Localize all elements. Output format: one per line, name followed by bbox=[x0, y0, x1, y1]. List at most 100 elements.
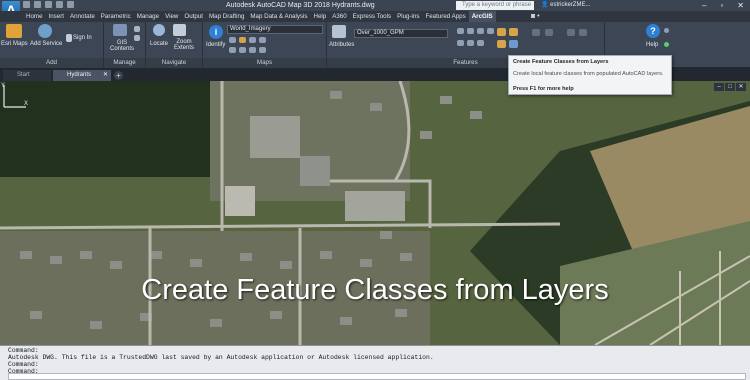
add-service-button[interactable]: Add Service bbox=[30, 41, 62, 48]
command-line: Command: Autodesk DWG. This file is a Tr… bbox=[0, 345, 750, 380]
feature-tool-icon[interactable] bbox=[477, 40, 484, 46]
tab-hydrants[interactable]: Hydrants ✕ bbox=[53, 70, 111, 81]
user-name: estrickerZME... bbox=[550, 2, 591, 8]
feature-tool-icon[interactable] bbox=[487, 28, 494, 34]
attributes-icon[interactable] bbox=[332, 25, 346, 38]
tooltip-help: Press F1 for more help bbox=[513, 86, 574, 92]
identify-icon[interactable]: i bbox=[209, 25, 223, 39]
layer-icon[interactable] bbox=[259, 37, 266, 43]
disabled-tool-icon bbox=[567, 29, 575, 36]
create-feature-classes-from-layers-icon[interactable] bbox=[509, 28, 518, 36]
user-account[interactable]: 👤 estrickerZME... bbox=[541, 0, 590, 11]
tab-help[interactable]: Help bbox=[310, 11, 329, 22]
panel-title-navigate: Navigate bbox=[146, 58, 202, 68]
user-icon: 👤 bbox=[541, 2, 551, 8]
tab-start[interactable]: Start bbox=[3, 70, 51, 81]
help-icon[interactable]: ? bbox=[646, 24, 660, 38]
status-icon bbox=[664, 42, 669, 47]
zoom-extents-button[interactable]: Zoom Extents bbox=[169, 39, 199, 51]
gis-contents-icon[interactable] bbox=[113, 24, 127, 36]
identify-button[interactable]: Identify bbox=[206, 42, 225, 49]
tab-plug-ins[interactable]: Plug-ins bbox=[394, 11, 422, 22]
close-icon[interactable]: ✕ bbox=[103, 70, 108, 81]
panel-maps: i Identify World_Imagery Maps bbox=[203, 22, 327, 68]
locate-button[interactable]: Locate bbox=[150, 41, 168, 48]
new-icon[interactable] bbox=[23, 1, 30, 8]
feature-tool-icon[interactable] bbox=[467, 28, 474, 34]
feature-tool-icon[interactable] bbox=[467, 40, 474, 46]
panel-title-add: Add bbox=[0, 58, 103, 68]
layer-icon[interactable] bbox=[249, 47, 256, 53]
disabled-tool-icon bbox=[532, 29, 540, 36]
feature-tool-icon[interactable] bbox=[457, 40, 464, 46]
feature-class-icon[interactable] bbox=[509, 40, 518, 48]
window-title: Autodesk AutoCAD Map 3D 2018 Hydrants.dw… bbox=[226, 2, 375, 9]
feature-tool-icon[interactable] bbox=[477, 28, 484, 34]
ucs-x-label: X bbox=[24, 101, 28, 107]
tab-a360[interactable]: A360 bbox=[329, 11, 349, 22]
tab-hydrants-label: Hydrants bbox=[67, 72, 92, 78]
open-icon[interactable] bbox=[34, 1, 41, 8]
tab-map-data-analysis[interactable]: Map Data & Analysis bbox=[247, 11, 310, 22]
tab-output[interactable]: Output bbox=[181, 11, 206, 22]
feature-layer-select[interactable]: Over_1000_GPM bbox=[354, 29, 448, 38]
layer-icon[interactable] bbox=[259, 47, 266, 53]
user-icon bbox=[66, 34, 72, 42]
locate-icon[interactable] bbox=[153, 24, 165, 36]
help-button[interactable]: Help bbox=[646, 42, 658, 49]
info-icon[interactable] bbox=[664, 28, 669, 33]
video-caption: Create Feature Classes from Layers bbox=[141, 274, 609, 306]
viewport-restore-button[interactable]: □ bbox=[725, 83, 735, 91]
feature-class-icon[interactable] bbox=[497, 40, 506, 48]
map-viewport[interactable]: – □ ✕ Create Feature Classes from Layers… bbox=[0, 81, 750, 345]
tab-home[interactable]: Home bbox=[23, 11, 46, 22]
panel-manage: GIS Contents Manage bbox=[104, 22, 146, 68]
new-tab-button[interactable]: + bbox=[114, 71, 123, 80]
maximize-button[interactable]: ▫ bbox=[720, 0, 723, 11]
panel-add: Esri Maps Add Service Sign In Add bbox=[0, 22, 104, 68]
zoom-extents-icon[interactable] bbox=[173, 24, 186, 36]
layer-icon[interactable] bbox=[239, 47, 246, 53]
tab-insert[interactable]: Insert bbox=[46, 11, 67, 22]
gis-contents-button[interactable]: GIS Contents bbox=[109, 40, 135, 52]
tooltip-description: Create local feature classes from popula… bbox=[513, 71, 664, 77]
command-history-line: Command: bbox=[8, 361, 39, 368]
close-button[interactable]: ✕ bbox=[737, 0, 744, 11]
tab-parametric[interactable]: Parametric bbox=[98, 11, 134, 22]
viewport-controls: – □ ✕ bbox=[714, 83, 746, 91]
layer-icon[interactable] bbox=[239, 37, 246, 43]
tab-arcgis[interactable]: ArcGIS bbox=[468, 11, 496, 22]
tab-manage[interactable]: Manage bbox=[134, 11, 162, 22]
ribbon-options-icon[interactable]: ◙ • bbox=[531, 11, 540, 22]
viewport-close-button[interactable]: ✕ bbox=[736, 83, 746, 91]
tab-view[interactable]: View bbox=[162, 11, 181, 22]
esri-maps-icon[interactable] bbox=[6, 24, 22, 38]
feature-tool-icon[interactable] bbox=[457, 28, 464, 34]
settings-icon[interactable] bbox=[134, 35, 140, 41]
esri-maps-button[interactable]: Esri Maps bbox=[1, 41, 28, 48]
minimize-button[interactable]: – bbox=[702, 0, 706, 11]
attributes-button[interactable]: Attributes bbox=[329, 42, 354, 49]
search-input[interactable]: Type a keyword or phrase bbox=[456, 1, 534, 10]
add-service-icon[interactable] bbox=[38, 24, 52, 38]
basemap-select[interactable]: World_Imagery bbox=[227, 25, 323, 34]
tab-start-label: Start bbox=[17, 72, 30, 78]
command-history-line: Autodesk DWG. This file is a TrustedDWG … bbox=[8, 354, 434, 361]
redo-icon[interactable] bbox=[67, 1, 74, 8]
create-feature-class-icon[interactable] bbox=[497, 28, 506, 36]
save-icon[interactable] bbox=[45, 1, 52, 8]
sign-in-button[interactable]: Sign In bbox=[73, 35, 92, 42]
viewport-minimize-button[interactable]: – bbox=[714, 83, 724, 91]
tab-annotate[interactable]: Annotate bbox=[67, 11, 98, 22]
ucs-y-label: Y bbox=[1, 83, 5, 89]
layer-icon[interactable] bbox=[229, 37, 236, 43]
tab-featured-apps[interactable]: Featured Apps bbox=[422, 11, 468, 22]
panel-title-manage: Manage bbox=[104, 58, 145, 68]
layer-icon[interactable] bbox=[249, 37, 256, 43]
layer-icon[interactable] bbox=[229, 47, 236, 53]
command-input[interactable] bbox=[8, 373, 746, 380]
tab-express-tools[interactable]: Express Tools bbox=[350, 11, 394, 22]
refresh-icon[interactable] bbox=[134, 26, 140, 32]
undo-icon[interactable] bbox=[56, 1, 63, 8]
tab-map-drafting[interactable]: Map Drafting bbox=[206, 11, 247, 22]
